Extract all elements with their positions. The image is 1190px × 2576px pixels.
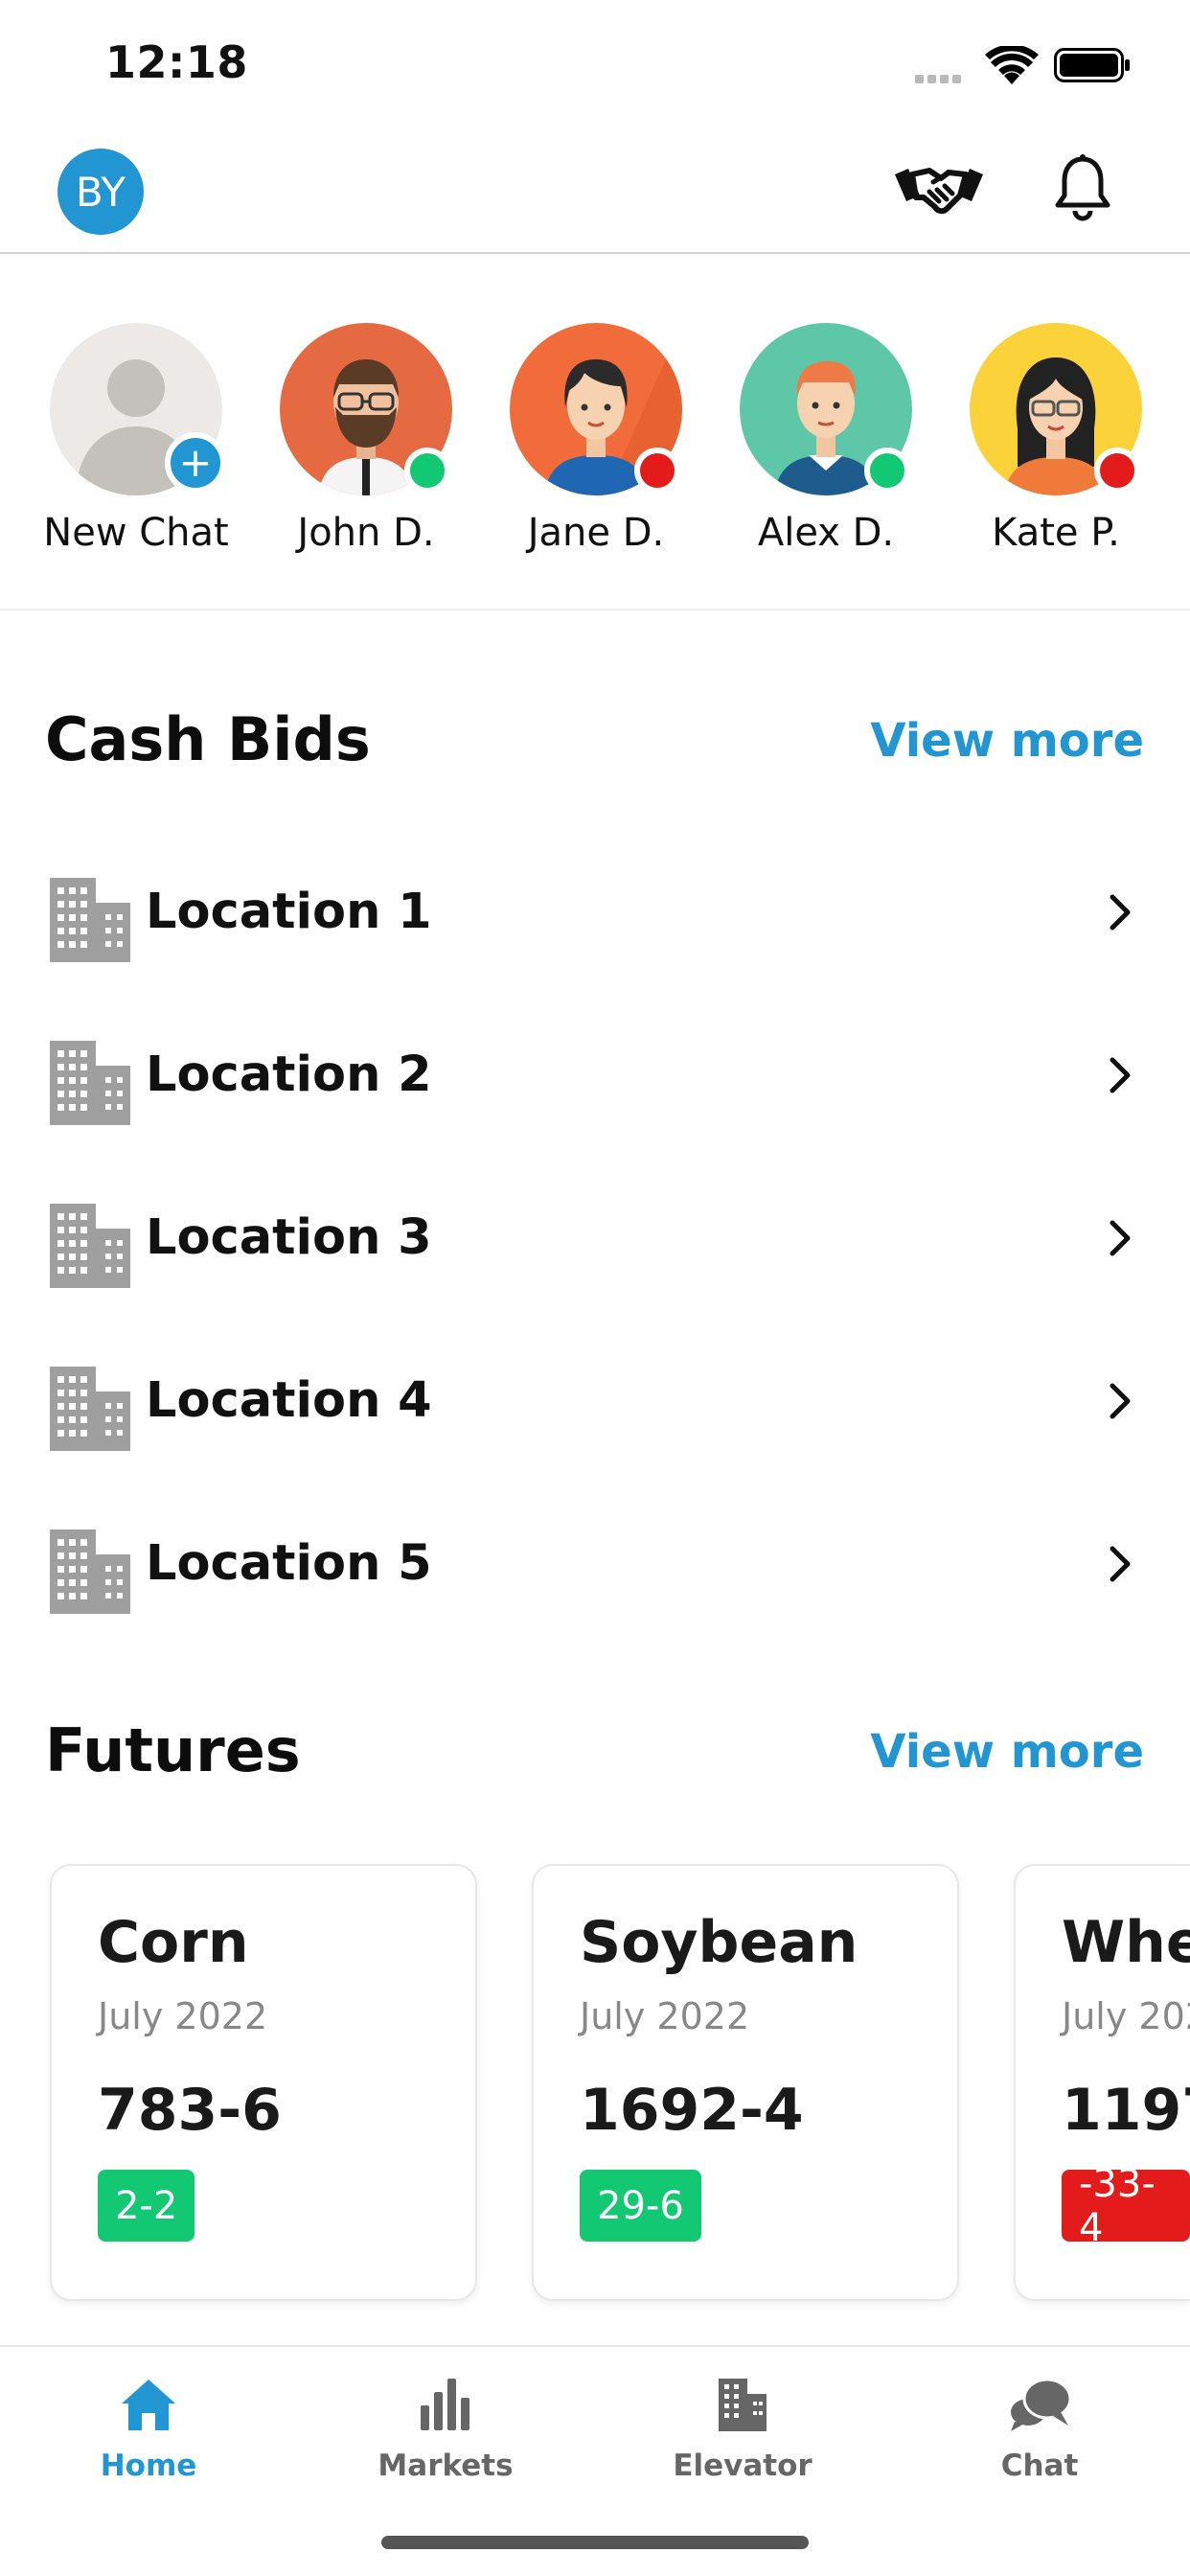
chevron-right-icon[interactable]	[1107, 1380, 1135, 1422]
tab-label: Home	[100, 2449, 197, 2483]
tab-chat[interactable]: Chat	[944, 2366, 1135, 2483]
chat-stories-row: + New Chat John D. Jane D. Alex D. Kate …	[0, 256, 1190, 610]
story-name: Jane D.	[527, 511, 665, 555]
cellular-signal-icon	[915, 75, 961, 83]
chat-bubbles-icon	[1011, 2378, 1072, 2431]
location-label: Location 5	[146, 1535, 432, 1592]
contract-month: July 2022	[1062, 1995, 1190, 2037]
story-name: Alex D.	[757, 511, 895, 555]
chevron-right-icon[interactable]	[1107, 1217, 1135, 1259]
location-row-1[interactable]: Location 1	[0, 862, 1190, 968]
location-row-4[interactable]: Location 4	[0, 1351, 1190, 1457]
tab-label: Markets	[378, 2449, 514, 2483]
cash-bids-view-more-link[interactable]: View more	[870, 714, 1144, 768]
app-header: BY	[0, 125, 1190, 254]
futures-card-wheat[interactable]: Wheat July 2022 1197 -33-4	[1014, 1864, 1190, 2301]
building-icon	[50, 1041, 130, 1125]
battery-icon	[1054, 48, 1130, 82]
status-bar: 12:18	[0, 0, 1190, 125]
bar-chart-icon	[421, 2379, 469, 2430]
commodity-name: Wheat	[1062, 1909, 1190, 1976]
futures-view-more-link[interactable]: View more	[870, 1725, 1144, 1779]
status-time: 12:18	[105, 36, 248, 88]
location-label: Location 4	[146, 1372, 432, 1429]
chevron-right-icon[interactable]	[1107, 1543, 1135, 1585]
home-indicator[interactable]	[381, 2536, 809, 2549]
futures-price: 783-6	[98, 2077, 282, 2144]
futures-price: 1692-4	[580, 2077, 804, 2144]
cash-bids-title: Cash Bids	[45, 704, 371, 774]
futures-price: 1197	[1062, 2077, 1190, 2144]
price-change-badge: -33-4	[1062, 2162, 1190, 2250]
tab-markets[interactable]: Markets	[350, 2366, 541, 2483]
location-row-5[interactable]: Location 5	[0, 1514, 1190, 1620]
price-change-badge: 2-2	[98, 2170, 195, 2242]
story-new-chat[interactable]: + New Chat	[40, 323, 232, 555]
tab-elevator[interactable]: Elevator	[647, 2366, 838, 2483]
futures-card-corn[interactable]: Corn July 2022 783-6 2-2	[50, 1864, 477, 2301]
price-change-badge: 29-6	[580, 2170, 701, 2242]
bell-icon[interactable]	[1052, 153, 1113, 222]
home-icon	[122, 2380, 175, 2430]
offline-status-dot	[1094, 448, 1140, 494]
tab-label: Elevator	[673, 2449, 812, 2483]
contract-month: July 2022	[580, 1995, 750, 2037]
story-name: Kate P.	[992, 511, 1120, 555]
story-name: New Chat	[43, 511, 229, 555]
story-kate[interactable]: Kate P.	[960, 323, 1152, 555]
tab-label: Chat	[1000, 2449, 1079, 2483]
story-name: John D.	[297, 511, 435, 555]
location-label: Location 3	[146, 1209, 432, 1266]
tab-home[interactable]: Home	[53, 2366, 244, 2483]
story-jane[interactable]: Jane D.	[500, 323, 692, 555]
story-john[interactable]: John D.	[270, 323, 462, 555]
chevron-right-icon[interactable]	[1107, 1054, 1135, 1096]
location-label: Location 1	[146, 884, 432, 940]
offline-status-dot	[634, 448, 680, 494]
building-icon	[50, 878, 130, 962]
building-icon	[719, 2379, 767, 2431]
location-row-2[interactable]: Location 2	[0, 1025, 1190, 1131]
chevron-right-icon[interactable]	[1107, 891, 1135, 933]
wifi-icon	[985, 46, 1039, 84]
profile-avatar[interactable]: BY	[57, 149, 144, 235]
online-status-dot	[404, 448, 450, 494]
location-label: Location 2	[146, 1046, 432, 1103]
online-status-dot	[864, 448, 910, 494]
location-row-3[interactable]: Location 3	[0, 1188, 1190, 1294]
story-alex[interactable]: Alex D.	[730, 323, 922, 555]
futures-title: Futures	[45, 1715, 301, 1785]
add-chat-icon[interactable]: +	[165, 432, 226, 494]
building-icon	[50, 1530, 130, 1614]
commodity-name: Corn	[98, 1909, 249, 1976]
building-icon	[50, 1367, 130, 1451]
futures-card-soybean[interactable]: Soybean July 2022 1692-4 29-6	[532, 1864, 959, 2301]
commodity-name: Soybean	[580, 1909, 858, 1976]
building-icon	[50, 1204, 130, 1288]
contract-month: July 2022	[98, 1995, 268, 2037]
handshake-icon[interactable]	[891, 153, 987, 220]
